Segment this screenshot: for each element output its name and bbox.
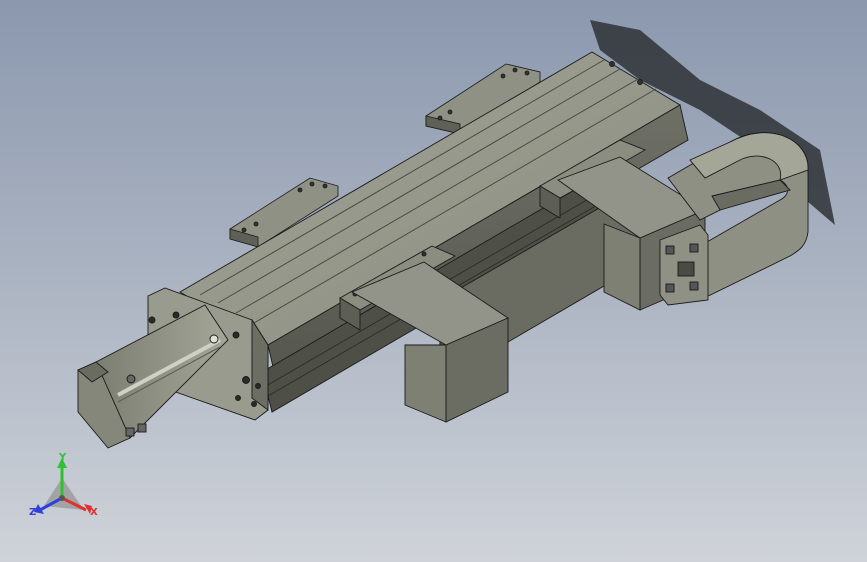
3d-viewport[interactable]: Y X Z: [0, 0, 867, 562]
cable-connector-bracket[interactable]: [659, 224, 709, 306]
y-axis-label: Y: [58, 452, 67, 463]
model-scene[interactable]: Y X Z: [0, 0, 867, 562]
axis-triad: Y X Z: [29, 452, 98, 518]
z-axis-label: Z: [29, 507, 36, 518]
x-axis-label: X: [90, 507, 98, 518]
